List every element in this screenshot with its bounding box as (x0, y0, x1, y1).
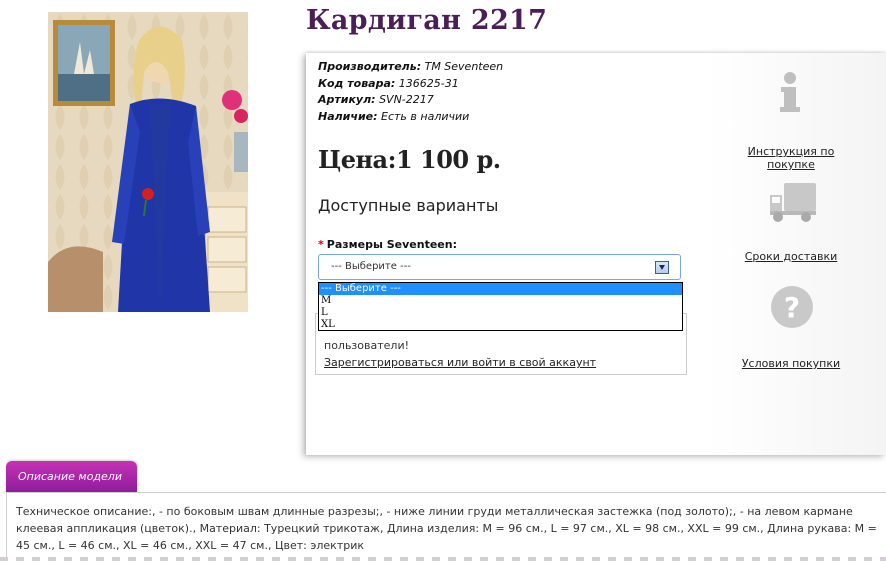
product-image (48, 12, 248, 312)
info-icon[interactable] (772, 71, 808, 113)
variants-heading: Доступные варианты (318, 196, 499, 215)
product-title: Кардиган 2217 (306, 5, 548, 36)
size-label-text: Размеры Seventeen: (326, 238, 457, 251)
register-login-link[interactable]: Зарегистрироваться или войти в свой акка… (324, 356, 596, 369)
size-label: * Размеры Seventeen: (318, 238, 457, 251)
price: Цена:1 100 р. (318, 145, 501, 174)
product-photo[interactable] (48, 12, 248, 312)
question-icon[interactable]: ? (770, 285, 814, 329)
svg-text:?: ? (784, 291, 800, 324)
product-info: Производитель: TM Seventeen Код товара: … (318, 59, 503, 125)
product-panel: Производитель: TM Seventeen Код товара: … (306, 53, 886, 455)
manufacturer-label: Производитель: (318, 60, 422, 73)
article-label: Артикул: (318, 93, 376, 106)
article-row: Артикул: SVN-2217 (318, 92, 503, 109)
delivery-link[interactable]: Сроки доставки (729, 250, 853, 263)
size-option[interactable]: L (319, 307, 682, 319)
instruction-link[interactable]: Инструкция по покупке (729, 145, 853, 171)
size-dropdown-list[interactable]: --- Выберите --- M L XL (318, 282, 683, 331)
terms-link[interactable]: Условия покупки (729, 357, 853, 370)
decorative-border (0, 557, 886, 561)
description-text: Техническое описание:, - по боковым швам… (16, 505, 877, 552)
size-option[interactable]: XL (319, 319, 682, 331)
size-option[interactable]: M (319, 295, 682, 307)
chevron-down-icon[interactable] (655, 261, 669, 274)
size-select-value: --- Выберите --- (331, 261, 411, 272)
manufacturer-value: TM Seventeen (424, 60, 504, 73)
availability-row: Наличие: Есть в наличии (318, 109, 503, 126)
code-row: Код товара: 136625-31 (318, 76, 503, 93)
description-panel: Техническое описание:, - по боковым швам… (6, 492, 886, 561)
size-option[interactable]: --- Выберите --- (319, 283, 682, 295)
tab-description-label: Описание модели (18, 470, 122, 483)
tab-description[interactable]: Описание модели (6, 461, 137, 493)
required-mark: * (318, 238, 324, 251)
availability-value: Есть в наличии (381, 109, 470, 123)
size-select[interactable]: --- Выберите --- (318, 254, 681, 280)
notice-text: пользователи! (324, 339, 410, 352)
code-label: Код товара: (318, 76, 396, 90)
article-value: SVN-2217 (379, 93, 434, 106)
code-value: 136625-31 (398, 76, 459, 90)
availability-label: Наличие: (318, 109, 378, 123)
truck-icon[interactable] (768, 181, 818, 223)
manufacturer-row: Производитель: TM Seventeen (318, 59, 503, 76)
